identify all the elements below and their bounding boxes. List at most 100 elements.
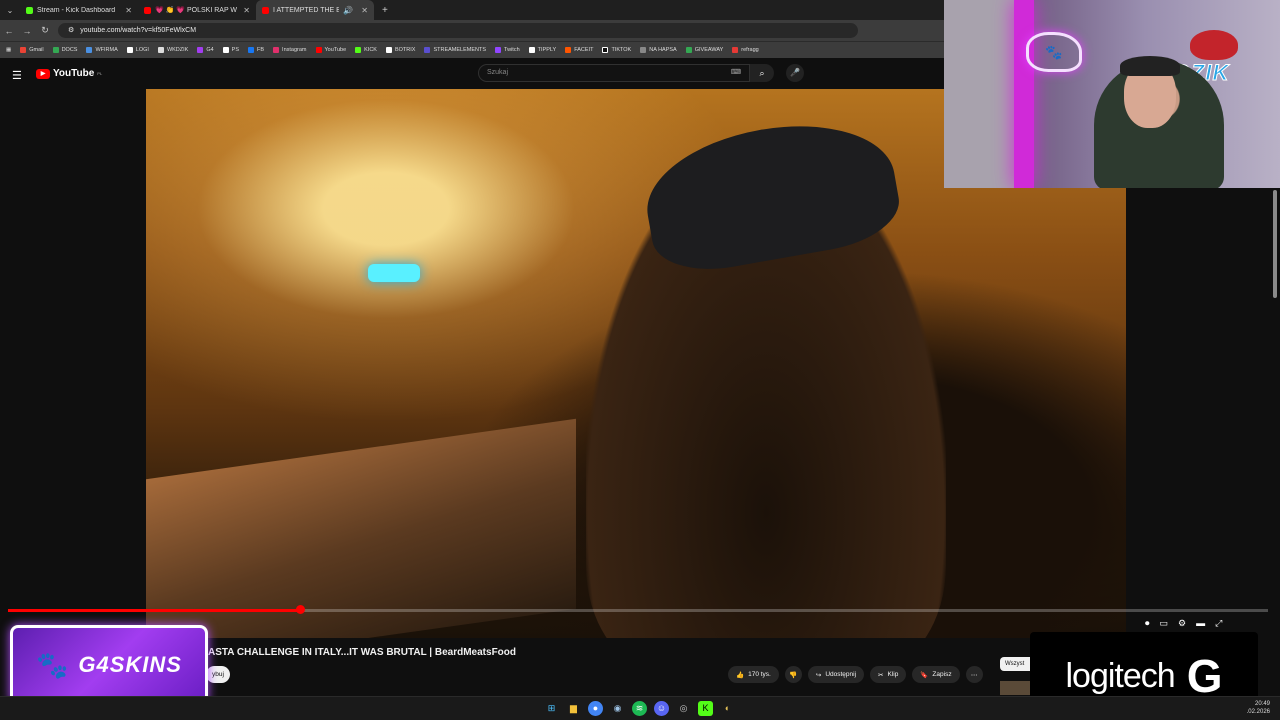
settings-icon[interactable]: ⚙ — [1178, 618, 1186, 629]
browser-tab-bar: ⌄ Stream - Kick Dashboard ✕ 💗 👏 💗 POLSKI… — [0, 0, 944, 20]
spotify-icon[interactable]: ≋ — [632, 701, 647, 716]
video-frame-counter — [146, 418, 576, 638]
discord-icon[interactable]: ☺ — [654, 701, 669, 716]
app-icon[interactable]: ◐ — [720, 701, 735, 716]
bookmark-icon: 🔖 — [920, 671, 929, 679]
search-input[interactable]: Szukaj ⌨ — [478, 64, 750, 82]
forward-icon[interactable]: → — [18, 26, 36, 36]
bookmark-instagram[interactable]: Instagram — [273, 47, 307, 53]
bookmark-streamelements[interactable]: STREAMELEMENTS — [424, 47, 486, 53]
bookmark-botrix[interactable]: BOTRIX — [385, 47, 415, 53]
search-icon: ⌕ — [759, 68, 765, 78]
close-icon[interactable]: ✕ — [361, 6, 368, 15]
video-frame-neon-sign — [368, 264, 420, 282]
fullscreen-icon[interactable]: ⤢ — [1215, 618, 1222, 629]
windows-start-icon[interactable]: ⊞ — [544, 701, 559, 716]
url-text: youtube.com/watch?v=kf50FeWlxCM — [80, 27, 197, 34]
address-bar-row: ← → ↻ ⚙ youtube.com/watch?v=kf50FeWlxCM — [0, 20, 944, 41]
webcam-overlay: 🐾 DZIK — [944, 0, 1280, 188]
youtube-header: ☰ ▶ YouTube PL Szukaj ⌨ ⌕ 🎤 — [0, 58, 944, 89]
youtube-icon — [144, 6, 151, 14]
speaker-icon[interactable]: 🔊 — [343, 6, 353, 15]
page-scrollbar[interactable] — [1273, 190, 1277, 298]
menu-icon[interactable]: ☰ — [12, 69, 22, 82]
save-button[interactable]: 🔖 Zapisz — [912, 666, 960, 683]
tab-title: 💗 👏 💗 POLSKI RAP W REMIX — [155, 7, 239, 14]
panther-icon: 🐾 — [36, 649, 69, 680]
apps-icon[interactable]: ▦ — [6, 47, 11, 53]
theater-mode-icon[interactable]: ▬ — [1196, 618, 1205, 629]
panther-neon-logo: 🐾 — [1026, 32, 1082, 72]
bookmarks-bar: ▦ Gmail DOCS WFIRMA LOGI WKDZIK G4 PS FB… — [0, 41, 944, 58]
kick-app-icon[interactable]: K — [698, 701, 713, 716]
share-icon: ↪ — [815, 671, 822, 679]
tab-search-icon[interactable]: ⌄ — [0, 6, 20, 15]
bookmark-docs[interactable]: DOCS — [52, 47, 77, 53]
microphone-icon[interactable]: 🎤 — [786, 64, 804, 82]
more-icon: ⋯ — [970, 671, 978, 679]
new-tab-button[interactable]: + — [374, 5, 396, 16]
reload-icon[interactable]: ↻ — [36, 25, 54, 36]
subscribe-button[interactable]: ybuj — [206, 666, 230, 683]
recommended-thumbnail[interactable] — [1000, 681, 1030, 695]
share-button[interactable]: ↪ Udostępnij — [807, 666, 865, 683]
chrome-icon[interactable]: ● — [588, 701, 603, 716]
bookmark-g4[interactable]: G4 — [197, 47, 214, 53]
like-button[interactable]: 👍 170 tys. — [728, 666, 779, 683]
subtitles-icon[interactable]: ▭ — [1160, 618, 1169, 629]
url-field[interactable]: ⚙ youtube.com/watch?v=kf50FeWlxCM — [58, 23, 858, 38]
bookmark-fb[interactable]: FB — [248, 47, 264, 53]
video-progress-bar[interactable] — [8, 609, 1268, 612]
autoplay-toggle-icon[interactable]: ⏺ — [1145, 618, 1150, 629]
system-clock[interactable]: 20:49 .02.2026 — [1247, 700, 1270, 716]
search-button[interactable]: ⌕ — [750, 64, 774, 82]
video-title: ASTA CHALLENGE IN ITALY...IT WAS BRUTAL … — [208, 647, 516, 658]
youtube-logo[interactable]: ▶ YouTube PL — [36, 68, 102, 79]
player-controls-right: ⏺ ▭ ⚙ ▬ ⤢ — [1145, 618, 1222, 629]
kick-icon — [26, 6, 33, 14]
bookmark-kick[interactable]: KICK — [355, 47, 377, 53]
logitech-g-icon: G — [1186, 650, 1223, 702]
browser-tab-kick[interactable]: Stream - Kick Dashboard ✕ — [20, 0, 138, 20]
boar-logo — [1190, 30, 1238, 60]
keyboard-icon[interactable]: ⌨ — [731, 65, 741, 81]
play-icon: ▶ — [36, 68, 50, 79]
tab-title: I ATTEMPTED THE BIGGEST — [273, 6, 340, 14]
thumbs-down-icon: 👎 — [789, 671, 798, 679]
progress-scrubber[interactable] — [296, 605, 305, 614]
back-icon[interactable]: ← — [0, 26, 18, 36]
clip-button[interactable]: ✂ Klip — [870, 666, 907, 683]
bookmark-na-hapsa[interactable]: NA HAPSA — [640, 47, 677, 53]
cam-wall — [944, 0, 1014, 188]
close-icon[interactable]: ✕ — [243, 6, 250, 15]
file-explorer-icon[interactable]: ▆ — [566, 701, 581, 716]
tab-title: Stream - Kick Dashboard — [37, 6, 116, 14]
taskbar-icons: ⊞ ▆ ● ◉ ≋ ☺ ◎ K ◐ — [544, 701, 735, 716]
obs-icon[interactable]: ◎ — [676, 701, 691, 716]
cam-led-panel — [1014, 0, 1034, 188]
g4skins-sponsor-banner: 🐾 G4SKINS — [10, 625, 208, 705]
bookmark-tipply[interactable]: TIPPLY — [528, 47, 556, 53]
bookmark-ps[interactable]: PS — [222, 47, 239, 53]
close-icon[interactable]: ✕ — [125, 6, 132, 15]
more-actions-button[interactable]: ⋯ — [965, 666, 983, 683]
bookmark-faceit[interactable]: FACEIT — [565, 47, 593, 53]
browser-tab-video[interactable]: I ATTEMPTED THE BIGGEST 🔊 ✕ — [256, 0, 374, 20]
bookmark-giveaway[interactable]: GIVEAWAY — [685, 47, 723, 53]
bookmark-wkdzik[interactable]: WKDZIK — [157, 47, 188, 53]
dislike-button[interactable]: 👎 — [784, 666, 802, 683]
bookmark-logi[interactable]: LOGI — [126, 47, 149, 53]
bookmark-youtube[interactable]: YouTube — [315, 47, 346, 53]
site-info-icon[interactable]: ⚙ — [68, 23, 74, 38]
bookmark-twitch[interactable]: Twitch — [495, 47, 520, 53]
scissors-icon: ✂ — [878, 671, 884, 679]
streamer-headset — [1120, 56, 1180, 76]
windows-taskbar: ⊞ ▆ ● ◉ ≋ ☺ ◎ K ◐ 20:49 .02.2026 — [0, 696, 1280, 720]
browser-tab-rap[interactable]: 💗 👏 💗 POLSKI RAP W REMIX ✕ — [138, 0, 256, 20]
bookmark-tiktok[interactable]: TIKTOK — [602, 47, 631, 53]
bookmark-wfirma[interactable]: WFIRMA — [86, 47, 118, 53]
bookmark-refragg[interactable]: refragg — [732, 47, 759, 53]
steam-icon[interactable]: ◉ — [610, 701, 625, 716]
youtube-icon — [262, 6, 269, 14]
bookmark-gmail[interactable]: Gmail — [20, 47, 44, 53]
